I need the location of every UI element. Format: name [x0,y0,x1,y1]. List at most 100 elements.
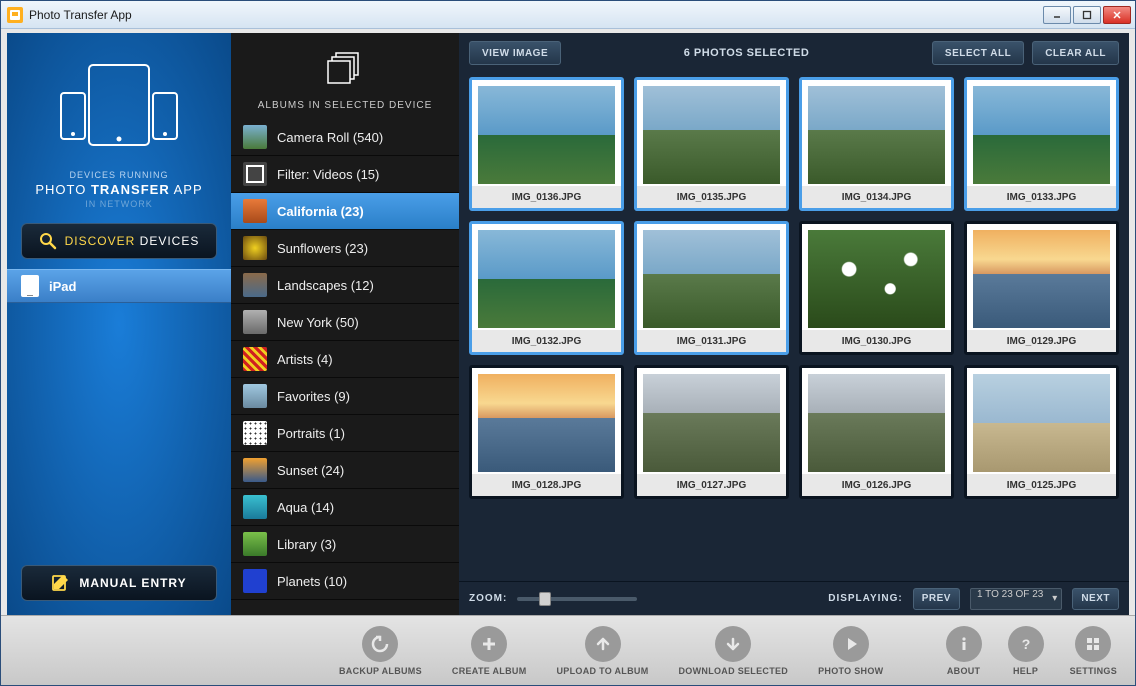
photos-panel: VIEW IMAGE 6 PHOTOS SELECTED SELECT ALL … [459,33,1129,615]
album-label: Sunflowers (23) [277,241,368,256]
album-label: Aqua (14) [277,500,334,515]
app-name-label: PHOTO TRANSFER APP [7,182,231,197]
zoom-slider-thumb[interactable] [539,592,551,606]
photo-caption: IMG_0131.JPG [637,330,786,352]
select-all-button[interactable]: SELECT ALL [932,41,1024,65]
album-label: New York (50) [277,315,359,330]
album-thumbnail [243,125,267,149]
album-item[interactable]: Landscapes (12) [231,267,459,304]
photo-caption: IMG_0133.JPG [967,186,1116,208]
album-label: Library (3) [277,537,336,552]
view-image-button[interactable]: VIEW IMAGE [469,41,561,65]
play-icon [833,626,869,662]
photo-thumbnail[interactable]: IMG_0136.JPG [469,77,624,211]
album-item[interactable]: Filter: Videos (15) [231,156,459,193]
photo-image [478,374,615,472]
manual-entry-button[interactable]: MANUAL ENTRY [21,565,217,601]
info-icon [946,626,982,662]
album-thumbnail [243,273,267,297]
album-thumbnail [243,199,267,223]
photo-show-button[interactable]: PHOTO SHOW [818,626,883,676]
page-range-select[interactable]: 1 TO 23 OF 23 ▾ [970,588,1062,610]
album-item[interactable]: Sunflowers (23) [231,230,459,267]
photo-image [973,86,1110,184]
album-thumbnail [243,384,267,408]
photo-grid: IMG_0136.JPGIMG_0135.JPGIMG_0134.JPGIMG_… [469,77,1119,499]
album-item[interactable]: Sunset (24) [231,452,459,489]
album-label: Portraits (1) [277,426,345,441]
zoom-slider[interactable] [517,597,637,601]
window-title: Photo Transfer App [29,8,132,22]
albums-icon [324,47,366,89]
discover-devices-button[interactable]: DISCOVER DEVICES [21,223,217,259]
photo-image [478,230,615,328]
backup-albums-button[interactable]: BACKUP ALBUMS [339,626,422,676]
photo-image [643,86,780,184]
album-item[interactable]: Favorites (9) [231,378,459,415]
album-item[interactable]: Aqua (14) [231,489,459,526]
album-list[interactable]: Camera Roll (540)Filter: Videos (15)Cali… [231,119,459,615]
devices-running-label: DEVICES RUNNING [7,170,231,180]
photo-image [808,86,945,184]
close-button[interactable] [1103,6,1131,24]
photo-image [643,374,780,472]
photo-thumbnail[interactable]: IMG_0133.JPG [964,77,1119,211]
clear-all-button[interactable]: CLEAR ALL [1032,41,1119,65]
create-album-button[interactable]: CREATE ALBUM [452,626,527,676]
album-label: Sunset (24) [277,463,344,478]
prev-page-button[interactable]: PREV [913,588,960,610]
photos-bottombar: ZOOM: DISPLAYING: PREV 1 TO 23 OF 23 ▾ N… [459,581,1129,615]
help-button[interactable]: ? HELP [1008,626,1044,676]
photo-caption: IMG_0135.JPG [637,186,786,208]
next-page-button[interactable]: NEXT [1072,588,1119,610]
photo-caption: IMG_0130.JPG [802,330,951,352]
photo-thumbnail[interactable]: IMG_0126.JPG [799,365,954,499]
album-item[interactable]: Artists (4) [231,341,459,378]
album-item[interactable]: New York (50) [231,304,459,341]
album-item[interactable]: Planets (10) [231,563,459,600]
photos-topbar: VIEW IMAGE 6 PHOTOS SELECTED SELECT ALL … [459,33,1129,73]
photo-thumbnail[interactable]: IMG_0131.JPG [634,221,789,355]
album-item[interactable]: California (23) [231,193,459,230]
edit-icon [51,574,69,592]
photo-caption: IMG_0125.JPG [967,474,1116,496]
photo-grid-scroll[interactable]: IMG_0136.JPGIMG_0135.JPGIMG_0134.JPGIMG_… [459,73,1129,581]
about-button[interactable]: ABOUT [946,626,982,676]
app-window: Photo Transfer App DEVICES RUNNING PH [0,0,1136,686]
photo-thumbnail[interactable]: IMG_0129.JPG [964,221,1119,355]
minimize-button[interactable] [1043,6,1071,24]
photo-thumbnail[interactable]: IMG_0132.JPG [469,221,624,355]
upload-to-album-button[interactable]: UPLOAD TO ALBUM [557,626,649,676]
album-item[interactable]: Portraits (1) [231,415,459,452]
download-selected-button[interactable]: DOWNLOAD SELECTED [679,626,789,676]
album-item[interactable]: Camera Roll (540) [231,119,459,156]
photo-caption: IMG_0128.JPG [472,474,621,496]
help-icon: ? [1008,626,1044,662]
device-list: iPad [7,269,231,555]
settings-button[interactable]: SETTINGS [1070,626,1117,676]
photo-thumbnail[interactable]: IMG_0130.JPG [799,221,954,355]
photo-caption: IMG_0127.JPG [637,474,786,496]
devices-panel: DEVICES RUNNING PHOTO TRANSFER APP IN NE… [7,33,231,615]
photo-thumbnail[interactable]: IMG_0134.JPG [799,77,954,211]
svg-text:?: ? [1021,636,1030,652]
device-item[interactable]: iPad [7,269,231,303]
chevron-down-icon: ▾ [1052,593,1057,604]
photo-thumbnail[interactable]: IMG_0128.JPG [469,365,624,499]
devices-illustration [49,57,189,162]
album-thumbnail [243,236,267,260]
photo-thumbnail[interactable]: IMG_0135.JPG [634,77,789,211]
photo-thumbnail[interactable]: IMG_0125.JPG [964,365,1119,499]
photo-image [808,230,945,328]
albums-panel: ALBUMS IN SELECTED DEVICE Camera Roll (5… [231,33,459,615]
upload-icon [585,626,621,662]
album-thumbnail [243,162,267,186]
album-thumbnail [243,421,267,445]
photo-image [643,230,780,328]
zoom-label: ZOOM: [469,593,507,604]
albums-header-label: ALBUMS IN SELECTED DEVICE [231,100,459,111]
photo-image [808,374,945,472]
photo-thumbnail[interactable]: IMG_0127.JPG [634,365,789,499]
maximize-button[interactable] [1073,6,1101,24]
album-item[interactable]: Library (3) [231,526,459,563]
